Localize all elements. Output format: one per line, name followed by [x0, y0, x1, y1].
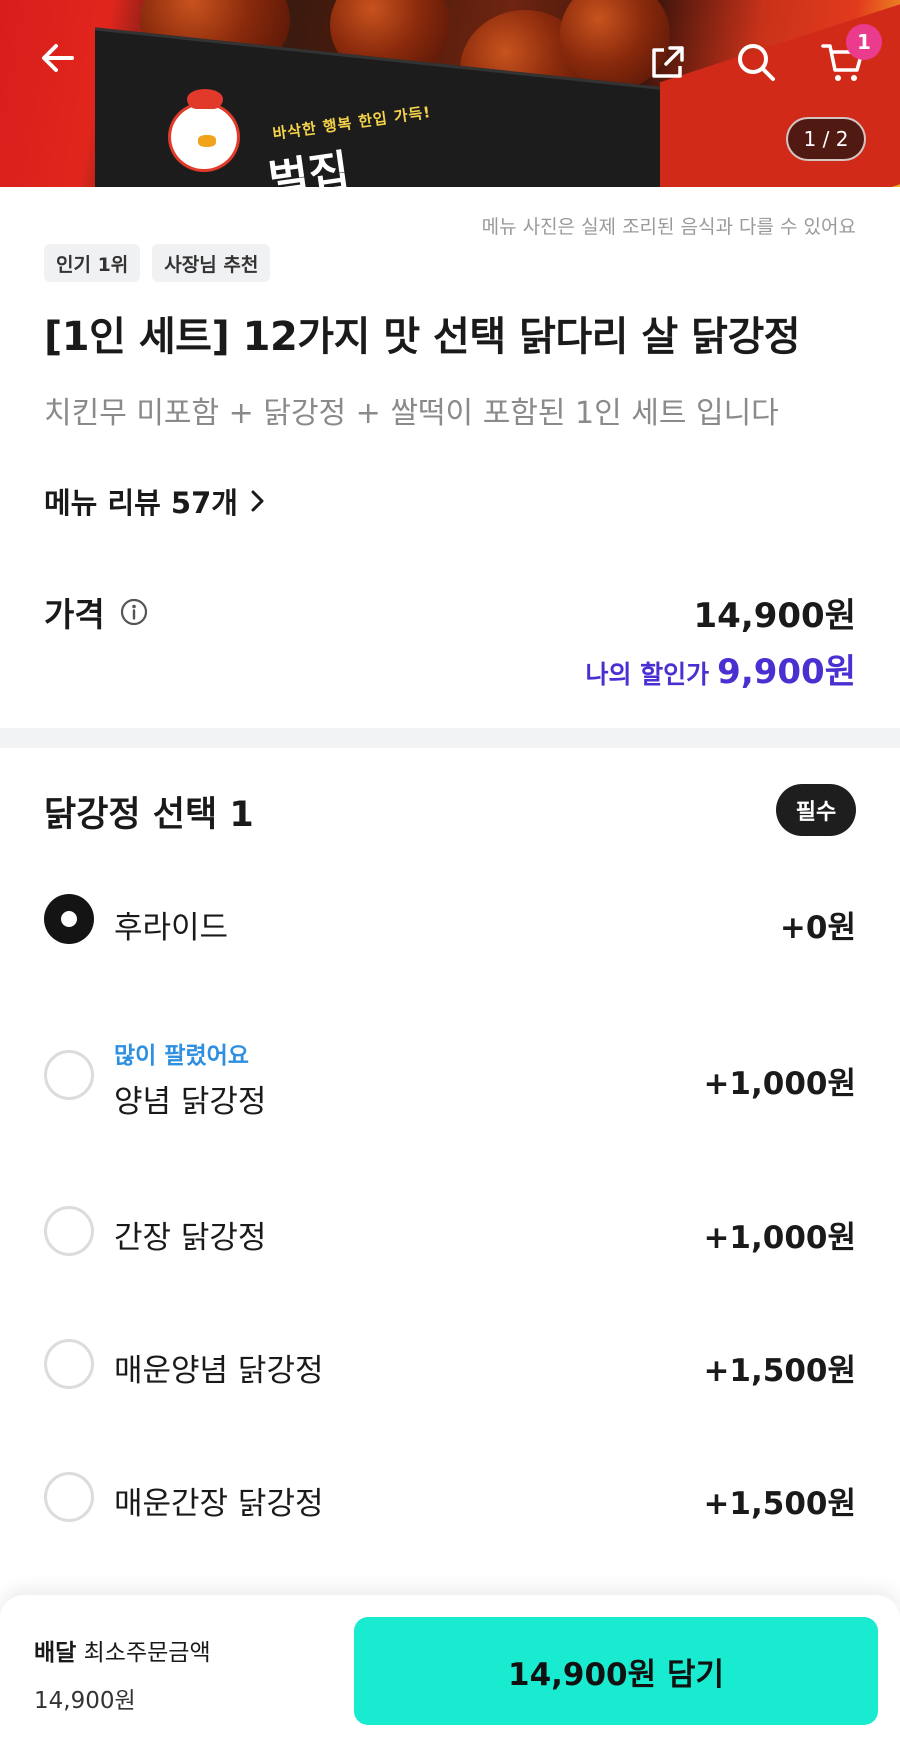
- price-label-row: 가격: [44, 588, 149, 636]
- delivery-info: 배달 최소주문금액 14,900원: [34, 1633, 211, 1715]
- radio-unchecked[interactable]: [44, 1206, 94, 1256]
- menu-review-link[interactable]: 메뉴 리뷰 57개: [44, 480, 266, 522]
- option-name: 간장 닭강정: [114, 1220, 267, 1256]
- min-order-label: 최소주문금액: [83, 1640, 211, 1666]
- option-row-spicy-soy[interactable]: 매운간장 닭강정 +1,500원: [0, 1444, 900, 1554]
- menu-title: [1인 세트] 12가지 맛 선택 닭다리 살 닭강정: [44, 314, 801, 360]
- option-name: 후라이드: [114, 910, 229, 946]
- option-price: +1,000원: [703, 1066, 856, 1102]
- option-price: +0원: [779, 910, 856, 946]
- radio-checked[interactable]: [44, 894, 94, 944]
- section-divider: [0, 728, 900, 748]
- owner-recommend-tag: 사장님 추천: [152, 244, 271, 282]
- discount-price: 나의 할인가 9,900원: [585, 644, 856, 693]
- discount-value: 9,900원: [717, 652, 856, 692]
- price-value: 14,900원: [693, 596, 856, 636]
- option-name: 양념 닭강정: [114, 1084, 267, 1120]
- image-page-indicator: 1 / 2: [786, 117, 866, 161]
- radio-unchecked[interactable]: [44, 1339, 94, 1389]
- cart-count-badge: 1: [846, 24, 882, 60]
- option-name: 매운간장 닭강정: [114, 1486, 324, 1522]
- option-price: +1,000원: [703, 1220, 856, 1256]
- info-icon[interactable]: [119, 597, 149, 627]
- review-link-label: 메뉴 리뷰 57개: [44, 486, 238, 520]
- option-row-spicy-yangnyeom[interactable]: 매운양념 닭강정 +1,500원: [0, 1311, 900, 1421]
- menu-description: 치킨무 미포함 + 닭강정 + 쌀떡이 포함된 1인 세트 입니다: [44, 396, 779, 431]
- radio-unchecked[interactable]: [44, 1472, 94, 1522]
- discount-label: 나의 할인가: [585, 660, 710, 689]
- option-row-yangnyeom[interactable]: 많이 팔렸어요 양념 닭강정 +1,000원: [0, 1022, 900, 1132]
- price-label: 가격: [44, 595, 105, 634]
- radio-unchecked[interactable]: [44, 1050, 94, 1100]
- arrow-left-icon: [42, 44, 74, 72]
- option-price: +1,500원: [703, 1353, 856, 1389]
- mascot-logo: [168, 89, 240, 172]
- option-row-soy[interactable]: 간장 닭강정 +1,000원: [0, 1178, 900, 1288]
- bottom-order-bar: 배달 최소주문금액 14,900원 14,900원 담기: [0, 1595, 900, 1748]
- option-name: 매운양념 닭강정: [114, 1353, 324, 1389]
- hero-image[interactable]: 바삭한 행복 한입 가득! 벌집: [0, 0, 900, 187]
- popular-tag: 인기 1위: [44, 244, 141, 282]
- min-order-value: 14,900원: [34, 1688, 136, 1714]
- delivery-label: 배달: [34, 1640, 77, 1666]
- best-seller-badge: 많이 팔렸어요: [114, 1043, 249, 1069]
- tag-list: 인기 1위 사장님 추천: [44, 244, 271, 282]
- search-button[interactable]: [728, 34, 784, 90]
- delivery-line: 배달 최소주문금액: [34, 1633, 211, 1667]
- search-icon: [738, 44, 775, 81]
- option-group-title: 닭강정 선택 1: [44, 795, 254, 835]
- share-button[interactable]: [640, 34, 696, 90]
- option-price: +1,500원: [703, 1486, 856, 1522]
- chevron-right-icon: [251, 490, 264, 512]
- add-to-cart-button[interactable]: 14,900원 담기: [354, 1617, 878, 1725]
- required-badge: 필수: [776, 784, 856, 836]
- share-icon: [652, 46, 684, 78]
- photo-disclaimer: 메뉴 사진은 실제 조리된 음식과 다를 수 있어요: [481, 216, 856, 238]
- back-button[interactable]: [30, 30, 86, 86]
- option-row-fried[interactable]: 후라이드 +0원: [0, 872, 900, 982]
